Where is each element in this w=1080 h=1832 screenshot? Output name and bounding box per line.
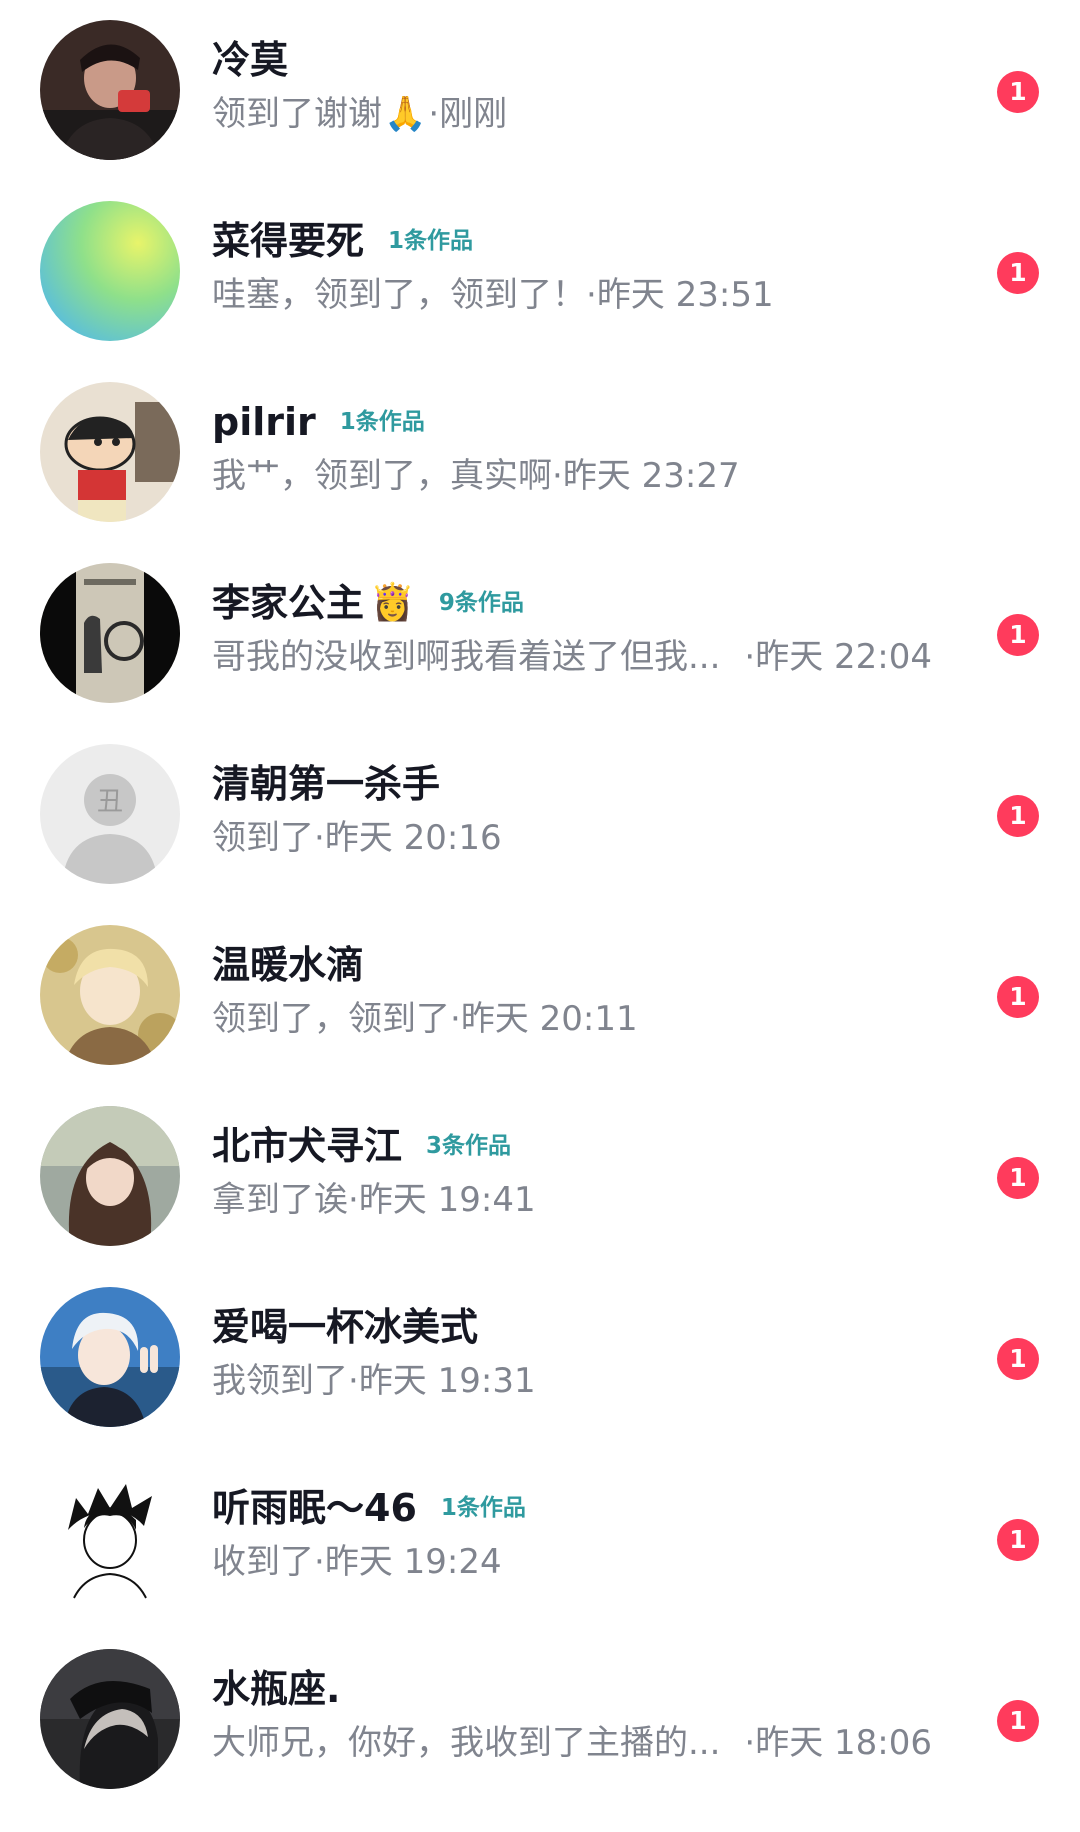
message-time: 昨天 19:24 bbox=[324, 1542, 502, 1582]
message-preview: 拿到了诶 bbox=[212, 1180, 348, 1220]
message-preview: 哇塞，领到了，领到了！ bbox=[212, 275, 586, 315]
separator: · bbox=[450, 999, 461, 1039]
separator: · bbox=[586, 275, 597, 315]
unread-badge: 1 bbox=[997, 1519, 1039, 1561]
message-preview: 收到了 bbox=[212, 1542, 314, 1582]
conversation-row[interactable]: 李家公主 👸 9条作品 哥我的没收到啊我看着送了但我... · 昨天 22:04… bbox=[0, 543, 1080, 724]
contact-name: 温暖水滴 bbox=[212, 943, 365, 987]
message-time: 昨天 20:11 bbox=[460, 999, 638, 1039]
separator: · bbox=[348, 1180, 359, 1220]
works-count-tag[interactable]: 1条作品 bbox=[441, 1484, 526, 1532]
message-time: 刚刚 bbox=[439, 94, 508, 134]
default-user-avatar-icon[interactable]: 丑 bbox=[40, 744, 180, 884]
unread-badge: 1 bbox=[997, 614, 1039, 656]
contact-name: 清朝第一杀手 bbox=[212, 762, 441, 806]
message-preview: 我领到了 bbox=[212, 1361, 348, 1401]
separator: · bbox=[428, 94, 440, 134]
conversation-row[interactable]: 菜得要死 1条作品 哇塞，领到了，领到了！ · 昨天 23:51 1 bbox=[0, 181, 1080, 362]
message-time: 昨天 23:27 bbox=[562, 456, 740, 496]
conversation-row[interactable]: 爱喝一杯冰美式 我领到了 · 昨天 19:31 1 bbox=[0, 1267, 1080, 1448]
contact-name: pilrir bbox=[212, 400, 316, 444]
conversation-row[interactable]: 听雨眠～46 1条作品 收到了 · 昨天 19:24 1 bbox=[0, 1448, 1080, 1629]
message-preview: 领到了 bbox=[212, 818, 314, 858]
anime-blonde-avatar-icon[interactable] bbox=[40, 925, 180, 1065]
conversation-row[interactable]: 北市犬寻江 3条作品 拿到了诶 · 昨天 19:41 1 bbox=[0, 1086, 1080, 1267]
separator: · bbox=[744, 1723, 756, 1763]
works-count-tag[interactable]: 1条作品 bbox=[340, 398, 425, 446]
conversation-row[interactable]: 水瓶座. 大师兄，你好，我收到了主播的... · 昨天 18:06 1 bbox=[0, 1629, 1080, 1810]
sketch-boy-avatar-icon[interactable] bbox=[40, 1468, 180, 1608]
contact-name: 北市犬寻江 bbox=[212, 1124, 403, 1168]
message-time: 昨天 19:31 bbox=[358, 1361, 536, 1401]
pray-emoji-icon: 🙏 bbox=[384, 94, 427, 134]
message-time: 昨天 22:04 bbox=[755, 637, 933, 677]
contact-name: 李家公主 bbox=[212, 581, 365, 625]
conversation-row[interactable]: 冷莫 领到了谢谢 🙏 · 刚刚 1 bbox=[0, 0, 1080, 181]
unread-badge: 1 bbox=[997, 71, 1039, 113]
separator: · bbox=[314, 1542, 325, 1582]
works-count-tag[interactable]: 3条作品 bbox=[426, 1122, 511, 1170]
unread-badge: 1 bbox=[997, 976, 1039, 1018]
conversation-row[interactable]: 温暖水滴 领到了，领到了 · 昨天 20:11 1 bbox=[0, 905, 1080, 1086]
contact-name: 冷莫 bbox=[212, 38, 289, 82]
message-time: 昨天 18:06 bbox=[755, 1723, 933, 1763]
message-preview: 领到了，领到了 bbox=[212, 999, 450, 1039]
separator: · bbox=[348, 1361, 359, 1401]
separator: · bbox=[552, 456, 563, 496]
contact-name: 水瓶座. bbox=[212, 1667, 341, 1711]
cartoon-boy-avatar-icon[interactable] bbox=[40, 382, 180, 522]
conversation-row[interactable]: pilrir 1条作品 我艹，领到了，真实啊 · 昨天 23:27 bbox=[0, 362, 1080, 543]
message-preview: 哥我的没收到啊我看着送了但我... bbox=[212, 637, 721, 677]
contact-name: 听雨眠～46 bbox=[212, 1486, 417, 1530]
contact-name: 菜得要死 bbox=[212, 219, 365, 263]
message-time: 昨天 20:16 bbox=[324, 818, 502, 858]
conversation-list: 冷莫 领到了谢谢 🙏 · 刚刚 1 菜得要死 1条作品 哇塞，领到了，领到了！ … bbox=[0, 0, 1080, 1832]
message-time: 昨天 19:41 bbox=[358, 1180, 536, 1220]
unread-badge: 1 bbox=[997, 1338, 1039, 1380]
works-count-tag[interactable]: 9条作品 bbox=[439, 579, 524, 627]
gradient-avatar-icon[interactable] bbox=[40, 201, 180, 341]
unread-badge: 1 bbox=[997, 1157, 1039, 1199]
girl-portrait-avatar-icon[interactable] bbox=[40, 1106, 180, 1246]
unread-badge: 1 bbox=[997, 252, 1039, 294]
princess-emoji-icon: 👸 bbox=[370, 582, 415, 623]
works-count-tag[interactable]: 1条作品 bbox=[388, 217, 473, 265]
separator: · bbox=[314, 818, 325, 858]
message-preview: 大师兄，你好，我收到了主播的... bbox=[212, 1723, 721, 1763]
unread-badge: 1 bbox=[997, 1700, 1039, 1742]
unread-badge: 1 bbox=[997, 795, 1039, 837]
message-preview: 我艹，领到了，真实啊 bbox=[212, 456, 552, 496]
anime-white-hair-avatar-icon[interactable] bbox=[40, 1287, 180, 1427]
poster-avatar-icon[interactable] bbox=[40, 563, 180, 703]
dark-portrait-avatar-icon[interactable] bbox=[40, 20, 180, 160]
contact-name: 爱喝一杯冰美式 bbox=[212, 1305, 479, 1349]
svg-text:丑: 丑 bbox=[97, 787, 123, 817]
conversation-row[interactable]: 丑 清朝第一杀手 领到了 · 昨天 20:16 1 bbox=[0, 724, 1080, 905]
dark-anime-avatar-icon[interactable] bbox=[40, 1649, 180, 1789]
message-time: 昨天 23:51 bbox=[596, 275, 774, 315]
message-preview: 领到了谢谢 bbox=[212, 94, 382, 134]
separator: · bbox=[744, 637, 756, 677]
